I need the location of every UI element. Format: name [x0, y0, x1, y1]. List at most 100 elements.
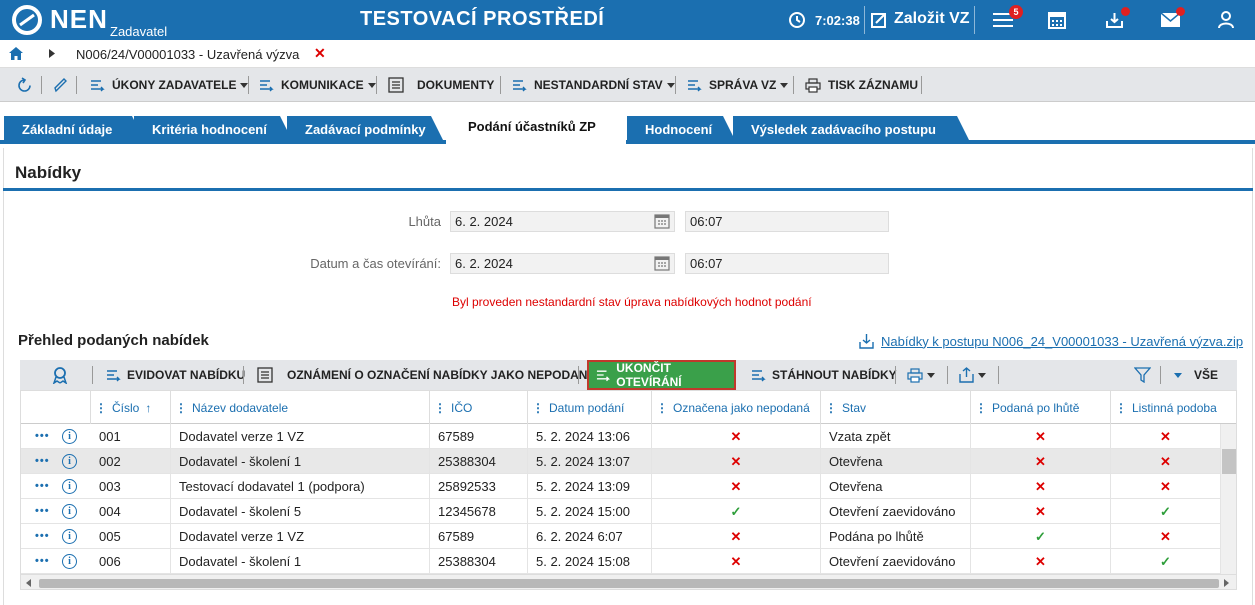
header-nepodana[interactable]: ⋮ Označena jako nepodaná: [652, 391, 821, 424]
caret-down-icon: [927, 372, 935, 378]
view-all-dropdown[interactable]: VŠE: [1174, 360, 1218, 390]
divider: [376, 76, 377, 94]
row-actions-icon[interactable]: •••: [35, 524, 50, 549]
printer-icon: [907, 367, 923, 383]
section-title: Nabídky: [15, 163, 82, 182]
notification-dot: [1176, 7, 1185, 16]
column-menu-icon[interactable]: ⋮: [975, 401, 987, 415]
row-actions-icon[interactable]: •••: [35, 424, 50, 449]
cell-nazev: Dodavatel verze 1 VZ: [171, 524, 430, 549]
info-icon[interactable]: i: [62, 529, 77, 544]
ukoncit-otevirani-button[interactable]: UKONČIT OTEVÍRÁNÍ: [587, 360, 736, 390]
close-breadcrumb-icon[interactable]: ✕: [314, 45, 326, 62]
download-offers-link[interactable]: Nabídky k postupu N006_24_V00001033 - Uz…: [858, 333, 1243, 349]
info-icon[interactable]: i: [62, 504, 77, 519]
column-menu-icon[interactable]: ⋮: [532, 401, 544, 415]
cell-stav: Otevření zaevidováno: [821, 549, 971, 574]
header-po-lhute[interactable]: ⋮ Podaná po lhůtě: [971, 391, 1111, 424]
lhuta-date-field[interactable]: 6. 2. 2024: [450, 211, 675, 232]
divider: [895, 366, 896, 384]
column-menu-icon[interactable]: ⋮: [1115, 401, 1127, 415]
table-row[interactable]: ••• i 002 Dodavatel - školení 1 25388304 5. 2…: [21, 449, 1221, 474]
scroll-right-icon[interactable]: [1224, 579, 1229, 587]
filter-icon[interactable]: [1134, 367, 1151, 383]
table-row[interactable]: ••• i 001 Dodavatel verze 1 VZ 67589 5. 2. 20…: [21, 424, 1221, 449]
otevirani-date-field[interactable]: 6. 2. 2024: [450, 253, 675, 274]
oznameni-nepodane-button[interactable]: OZNÁMENÍ O OZNAČENÍ NABÍDKY JAKO NEPODAN…: [257, 360, 595, 390]
header-ico[interactable]: ⋮ IČO: [430, 391, 528, 424]
header-stav-label: Stav: [842, 400, 867, 415]
workflow-icon: [107, 370, 121, 382]
header-nazev[interactable]: ⋮ Název dodavatele: [171, 391, 430, 424]
tisk-zaznamu-button[interactable]: TISK ZÁZNAMU: [805, 68, 918, 102]
refresh-icon[interactable]: [16, 77, 33, 94]
sort-asc-icon[interactable]: ↑: [145, 401, 151, 415]
caret-down-icon: [978, 372, 986, 378]
tab-hodnoceni[interactable]: Hodnocení: [627, 116, 737, 144]
table-row[interactable]: ••• i 003 Testovací dodavatel 1 (podpora) 25…: [21, 474, 1221, 499]
column-menu-icon[interactable]: ⋮: [434, 401, 446, 415]
header-cislo[interactable]: ⋮ Číslo ↑: [91, 391, 171, 424]
info-icon[interactable]: i: [62, 454, 77, 469]
offers-table: ⋮ Číslo ↑ ⋮ Název dodavatele ⋮ IČO ⋮ Dat…: [20, 390, 1237, 590]
dokumenty-button[interactable]: DOKUMENTY: [388, 68, 494, 102]
sprava-label: SPRÁVA VZ: [709, 78, 777, 92]
table-row[interactable]: ••• i 004 Dodavatel - školení 5 12345678 5. 2…: [21, 499, 1221, 524]
calculator-icon[interactable]: [1048, 12, 1066, 29]
vertical-scroll-thumb[interactable]: [1222, 449, 1236, 474]
info-icon[interactable]: i: [62, 554, 77, 569]
cell-ico: 25892533: [430, 474, 528, 499]
calendar-icon[interactable]: [654, 255, 670, 271]
komunikace-menu[interactable]: KOMUNIKACE: [259, 68, 376, 102]
cell-nazev: Dodavatel - školení 1: [171, 549, 430, 574]
workflow-icon: [596, 370, 611, 382]
stahnout-nabidky-button[interactable]: STÁHNOUT NABÍDKY: [751, 360, 897, 390]
row-actions-icon[interactable]: •••: [35, 499, 50, 524]
export-menu-button[interactable]: [959, 360, 986, 390]
tab-zakladni-udaje[interactable]: Základní údaje: [4, 116, 146, 144]
cell-cislo: 006: [91, 549, 171, 574]
header-listinna[interactable]: ⋮ Listinná podoba: [1111, 391, 1221, 424]
column-menu-icon[interactable]: ⋮: [95, 401, 107, 415]
table-row[interactable]: ••• i 005 Dodavatel verze 1 VZ 67589 6. 2. 20…: [21, 524, 1221, 549]
sprava-vz-menu[interactable]: SPRÁVA VZ: [687, 68, 789, 102]
home-icon[interactable]: [9, 47, 23, 60]
horizontal-scroll-thumb[interactable]: [39, 579, 1219, 588]
row-actions-icon[interactable]: •••: [35, 549, 50, 574]
tab-zadavaci-podminky[interactable]: Zadávací podmínky: [287, 116, 445, 144]
calendar-icon[interactable]: [654, 213, 670, 229]
row-actions-icon[interactable]: •••: [35, 449, 50, 474]
column-menu-icon[interactable]: ⋮: [656, 401, 668, 415]
vertical-scrollbar[interactable]: [1221, 424, 1236, 574]
column-menu-icon[interactable]: ⋮: [175, 401, 187, 415]
tab-kriteria-hodnoceni[interactable]: Kritéria hodnocení: [134, 116, 294, 144]
divider: [793, 76, 794, 94]
nestandardni-stav-menu[interactable]: NESTANDARDNÍ STAV: [512, 68, 675, 102]
award-icon[interactable]: [51, 366, 69, 384]
check-icon: ✓: [1111, 499, 1221, 524]
cell-ico: 25388304: [430, 449, 528, 474]
breadcrumb-item[interactable]: N006/24/V00001033 - Uzavřená výzva: [76, 47, 299, 62]
otevirani-time-field[interactable]: 06:07: [685, 253, 889, 274]
tab-podani-ucastniku[interactable]: Podání účastníků ZP: [446, 113, 626, 144]
horizontal-scrollbar[interactable]: [21, 574, 1236, 589]
pencil-icon[interactable]: [53, 77, 68, 93]
info-icon[interactable]: i: [62, 429, 77, 444]
print-menu-button[interactable]: [907, 360, 935, 390]
lhuta-time-field[interactable]: 06:07: [685, 211, 889, 232]
header-stav[interactable]: ⋮ Stav: [821, 391, 971, 424]
nonstandard-state-notice: Byl proveden nestandardní stav úprava na…: [452, 295, 812, 309]
table-row[interactable]: ••• i 006 Dodavatel - školení 1 25388304 5. 2…: [21, 549, 1221, 574]
row-actions-icon[interactable]: •••: [35, 474, 50, 499]
create-vz-button[interactable]: Založit VZ: [894, 10, 970, 28]
user-icon[interactable]: [1218, 11, 1234, 29]
header-datum[interactable]: ⋮ Datum podání: [528, 391, 652, 424]
evidovat-nabidku-button[interactable]: EVIDOVAT NABÍDKU: [106, 360, 245, 390]
ukony-zadavatele-menu[interactable]: ÚKONY ZADAVATELE: [90, 68, 249, 102]
scroll-left-icon[interactable]: [26, 579, 31, 587]
column-menu-icon[interactable]: ⋮: [825, 401, 837, 415]
info-icon[interactable]: i: [62, 479, 77, 494]
tab-vysledek[interactable]: Výsledek zadávacího postupu: [733, 116, 971, 144]
dokumenty-label: DOKUMENTY: [417, 78, 495, 92]
logo-text[interactable]: NEN: [50, 4, 108, 35]
